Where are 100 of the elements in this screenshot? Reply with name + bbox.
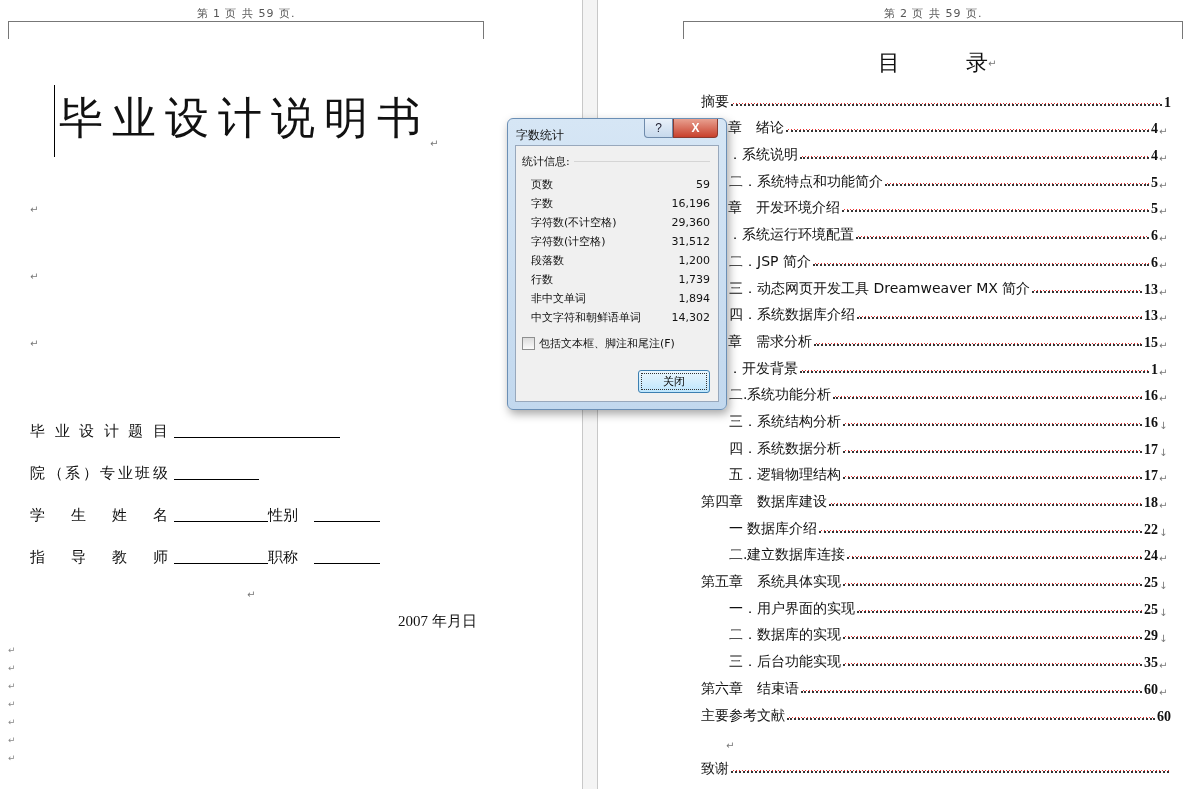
toc-entry[interactable]: 五．逻辑物理结构 [729,466,841,485]
paragraph-mark: ↓ [1159,633,1169,645]
stat-value: 16,196 [671,197,710,210]
stat-value: 29,360 [671,216,710,229]
page-number: 22 [1144,521,1158,538]
toc-entry[interactable]: 第六章 结束语 [701,679,799,698]
paragraph-mark: ↵ [1159,313,1169,325]
paragraph-mark: ↵ [1159,233,1169,245]
paragraph-mark: ↓ [1159,419,1169,431]
stat-label: 非中文单词 [531,291,586,306]
paragraph-mark: ↵ [1159,500,1169,511]
page-number: 13 [1144,308,1158,325]
stat-value: 1,739 [678,273,710,286]
group-label: 统计信息: [522,154,570,169]
toc-entry[interactable]: 四．系统数据库介绍 [729,306,855,325]
toc-entry[interactable]: ．开发背景 [728,359,798,378]
toc-title: 目 录 [878,49,988,77]
paragraph-mark: ↵ [1159,553,1169,565]
page-number: 17 [1144,441,1158,458]
help-button[interactable]: ? [644,119,673,138]
stat-value: 59 [696,178,710,191]
toc-entry[interactable]: 二．数据库的实现 [729,626,841,645]
paragraph-mark: ↓ [1159,526,1169,538]
field-label: 指导教师 [30,548,168,567]
stat-label: 字符数(不计空格) [531,215,617,230]
toc-entry[interactable]: ．系统运行环境配置 [728,226,854,245]
date-line: 2007 年月日 [398,612,477,631]
paragraph-mark: ↓ [1159,446,1169,458]
page-number: 18 [1144,495,1158,511]
toc-entry[interactable]: 致谢 [701,759,729,778]
toc-entry[interactable]: 第五章 系统具体实现 [701,573,841,592]
page-header: 第 2 页 共 59 页. [883,6,983,21]
stat-label: 页数 [531,177,553,192]
field-label: 学生姓名 [30,506,168,525]
toc-entry[interactable]: 二．系统特点和功能简介 [729,172,883,191]
checkbox-label[interactable]: 包括文本框、脚注和尾注(F) [539,336,675,351]
paragraph-mark: ↓ [1159,606,1169,618]
paragraph-mark: ↵ [1159,686,1169,698]
paragraph-mark: ↵ [1159,339,1169,351]
page-header: 第 1 页 共 59 页. [196,6,296,21]
paragraph-mark: ↵ [726,740,736,752]
paragraph-mark: ↵ [1159,179,1169,191]
paragraph-mark: ↵ [1159,660,1169,672]
field-label: 职称 [268,548,298,567]
paragraph-mark: ↵ [430,138,439,149]
toc-entry[interactable]: 三．动态网页开发工具 Dreamweaver MX 简介 [729,279,1031,298]
paragraph-mark: ↵ [8,662,16,675]
page-number: 60 [1157,708,1171,725]
paragraph-mark: ↵ [8,752,16,765]
page-number: 24 [1144,548,1158,565]
toc-entry[interactable]: 章 开发环境介绍 [728,199,840,218]
toc-entry[interactable]: ．系统说明 [728,146,798,165]
page-number: 35 [1144,655,1158,672]
toc-entry[interactable]: 章 绪论 [728,119,784,138]
stat-label: 字数 [531,196,553,211]
toc-entry[interactable]: 第四章 数据库建设 [701,493,827,511]
toc-entry[interactable]: 二．JSP 简介 [729,252,811,271]
toc-entry[interactable]: 主要参考文献 [701,706,785,725]
paragraph-mark: ↓ [1159,580,1169,592]
page-number: 5 [1151,174,1158,191]
checkbox[interactable] [522,337,535,350]
toc-entry[interactable]: 二.建立数据库连接 [729,546,846,565]
toc-entry[interactable]: 三．系统结构分析 [729,412,841,431]
paragraph-mark: ↵ [1159,286,1169,298]
toc-entry[interactable]: 三．后台功能实现 [729,653,841,672]
page-number: 6 [1151,254,1158,271]
page-number: 16 [1144,388,1158,405]
stat-value: 14,302 [671,311,710,324]
page-number: 25 [1144,575,1158,592]
page-number: 5 [1151,201,1158,218]
stat-label: 行数 [531,272,553,287]
document-title: 毕业设计说明书 [59,91,430,145]
toc-entry[interactable]: 二.系统功能分析 [729,386,832,405]
paragraph-mark: ↵ [1159,393,1169,405]
toc-entry[interactable]: 一．用户界面的实现 [729,599,855,618]
paragraph-mark: ↵ [1159,473,1169,485]
text-cursor [54,85,55,157]
toc-entry[interactable]: 章 需求分析 [728,332,812,351]
field-label: 毕业设计题目 [30,422,168,441]
page-number: 1 [1151,361,1158,378]
paragraph-mark: ↵ [247,589,256,600]
toc-entry[interactable]: 一 数据库介绍 [729,519,818,538]
toc-entry[interactable]: 摘要 [701,92,729,111]
close-dialog-button[interactable]: 关闭 [638,370,710,393]
paragraph-mark: ↵ [30,204,39,215]
paragraph-mark: ↵ [1159,206,1169,218]
paragraph-mark: ↵ [8,734,16,747]
paragraph-mark: ↵ [988,57,997,69]
paragraph-mark: ↵ [30,338,39,349]
stat-label: 中文字符和朝鲜语单词 [531,310,641,325]
paragraph-mark: ↵ [8,698,16,711]
paragraph-mark: ↵ [8,644,16,657]
page-number: 16 [1144,414,1158,431]
toc-entry[interactable]: 四．系统数据分析 [729,439,841,458]
stat-label: 字符数(计空格) [531,234,606,249]
stat-label: 段落数 [531,253,564,268]
paragraph-mark: ↵ [1159,366,1169,378]
stat-value: 1,894 [678,292,710,305]
paragraph-mark: ↵ [1159,126,1169,138]
page-number: 15 [1144,334,1158,351]
